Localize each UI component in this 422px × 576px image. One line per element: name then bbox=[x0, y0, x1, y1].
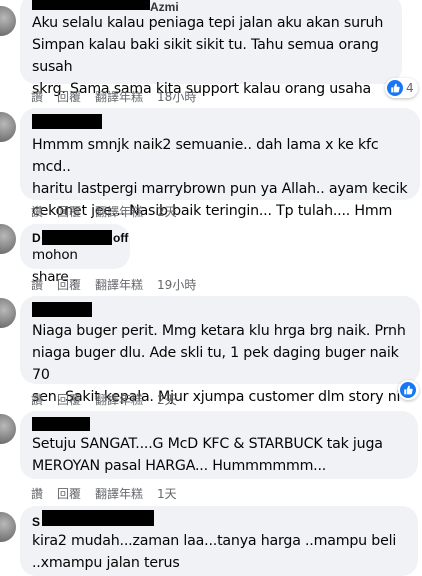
translate-button[interactable]: 翻譯年糕 bbox=[95, 88, 143, 105]
comment-text: kira2 mudah...zaman laa...tanya harga ..… bbox=[32, 533, 397, 571]
comment-text: Setuju SANGAT....G McD KFC & STARBUCK ta… bbox=[32, 436, 383, 474]
redacted-name bbox=[42, 510, 154, 526]
translate-button[interactable]: 翻譯年糕 bbox=[95, 203, 143, 220]
comment-actions: 讚 回覆 翻譯年糕 2天 bbox=[31, 203, 191, 220]
reaction-count[interactable]: 4 bbox=[385, 78, 418, 98]
like-button[interactable]: 讚 bbox=[31, 485, 43, 502]
commenter-name-prefix[interactable]: S bbox=[32, 515, 40, 529]
avatar[interactable] bbox=[0, 6, 16, 36]
comment-timestamp[interactable]: 1天 bbox=[157, 485, 177, 502]
reply-button[interactable]: 回覆 bbox=[57, 203, 81, 220]
like-reaction-icon bbox=[387, 80, 403, 96]
reply-button[interactable]: 回覆 bbox=[57, 485, 81, 502]
comment-bubble: Setuju SANGAT....G McD KFC & STARBUCK ta… bbox=[20, 411, 418, 479]
reply-button[interactable]: 回覆 bbox=[57, 88, 81, 105]
redacted-name bbox=[42, 230, 112, 245]
like-button[interactable]: 讚 bbox=[31, 276, 43, 293]
commenter-name[interactable]: Azmi bbox=[150, 0, 179, 14]
redacted-name bbox=[32, 417, 90, 431]
avatar[interactable] bbox=[0, 298, 16, 328]
commenter-name-prefix[interactable]: D bbox=[32, 231, 41, 245]
comment-bubble: D off mohon share . bbox=[20, 224, 130, 285]
comment-bubble: S kira2 mudah...zaman laa...tanya harga … bbox=[20, 506, 418, 576]
reply-button[interactable]: 回覆 bbox=[57, 276, 81, 293]
comment-bubble: Azmi Aku selalu kalau peniaga tepi jalan… bbox=[20, 0, 402, 97]
translate-button[interactable]: 翻譯年糕 bbox=[95, 276, 143, 293]
redacted-name bbox=[32, 114, 102, 129]
comment-timestamp[interactable]: 19小時 bbox=[157, 276, 196, 293]
comment-actions: 讚 回覆 翻譯年糕 18小時 bbox=[31, 88, 210, 105]
comment-timestamp[interactable]: 2天 bbox=[157, 203, 177, 220]
comment-actions: 讚 回覆 翻譯年糕 19小時 bbox=[31, 276, 210, 293]
redacted-name bbox=[32, 0, 150, 10]
avatar[interactable] bbox=[0, 112, 16, 142]
commenter-name-suffix[interactable]: off bbox=[113, 231, 128, 245]
reply-button[interactable]: 回覆 bbox=[57, 391, 81, 408]
translate-button[interactable]: 翻譯年糕 bbox=[95, 485, 143, 502]
comment-bubble: Hmmm smnjk naik2 semuanie.. dah lama x k… bbox=[20, 108, 420, 219]
comment-timestamp[interactable]: 18小時 bbox=[157, 88, 196, 105]
avatar[interactable] bbox=[0, 414, 16, 444]
comment-text: Aku selalu kalau peniaga tepi jalan aku … bbox=[32, 15, 384, 97]
avatar[interactable] bbox=[0, 512, 16, 542]
comment-actions: 讚 回覆 翻譯年糕 1天 bbox=[31, 485, 191, 502]
reaction-count[interactable] bbox=[398, 380, 419, 400]
comment-timestamp[interactable]: 2天 bbox=[157, 391, 177, 408]
redacted-name bbox=[32, 302, 92, 317]
reaction-count-label: 4 bbox=[406, 81, 414, 95]
comment-bubble: Niaga buger perit. Mmg ketara klu hrga b… bbox=[20, 296, 420, 405]
like-button[interactable]: 讚 bbox=[31, 203, 43, 220]
avatar[interactable] bbox=[0, 224, 16, 254]
like-button[interactable]: 讚 bbox=[31, 391, 43, 408]
like-reaction-icon bbox=[400, 382, 416, 398]
like-button[interactable]: 讚 bbox=[31, 88, 43, 105]
comment-actions: 讚 回覆 翻譯年糕 2天 bbox=[31, 391, 191, 408]
translate-button[interactable]: 翻譯年糕 bbox=[95, 391, 143, 408]
